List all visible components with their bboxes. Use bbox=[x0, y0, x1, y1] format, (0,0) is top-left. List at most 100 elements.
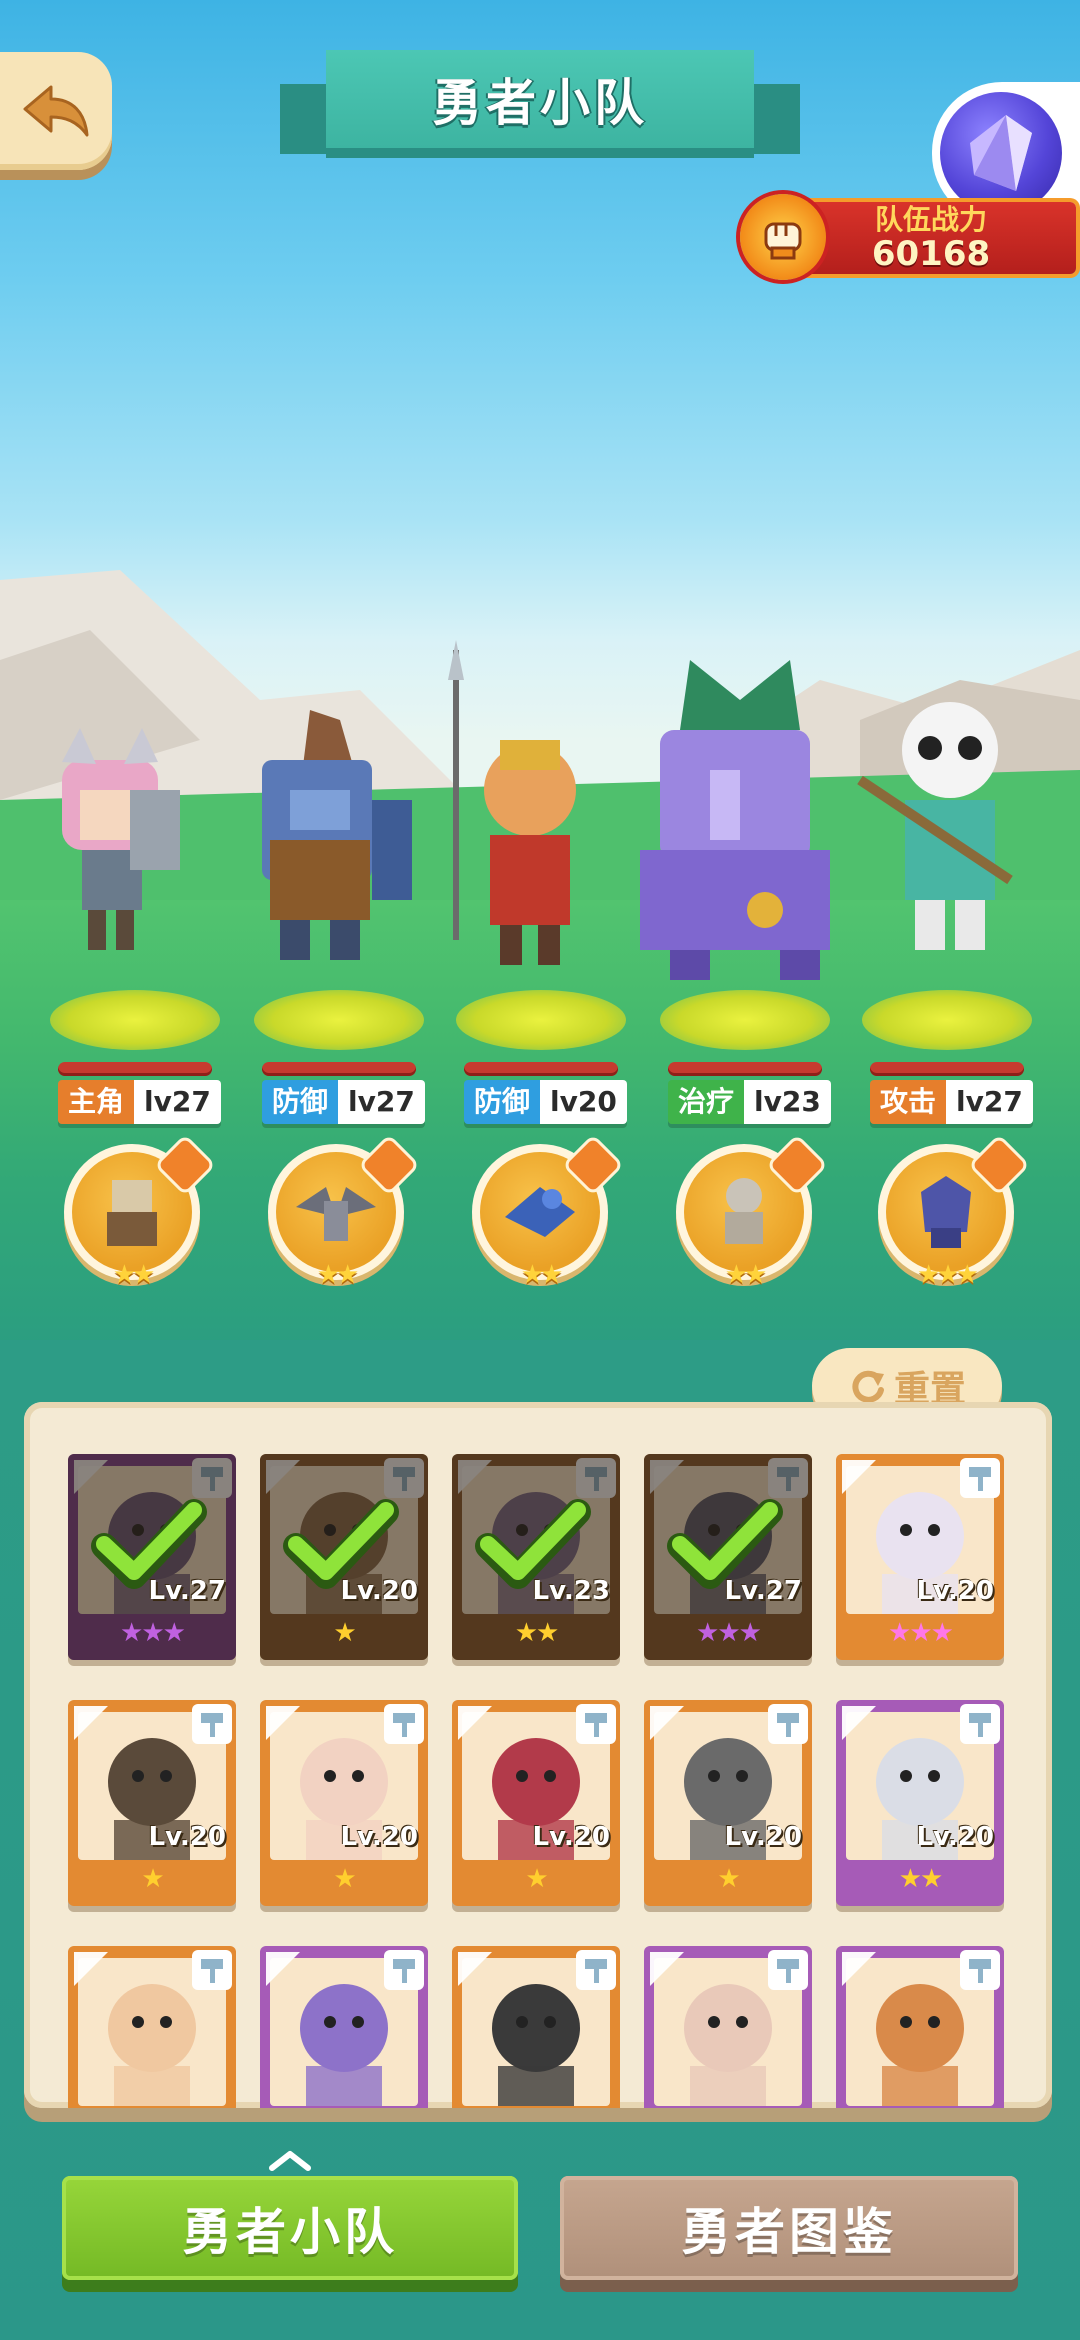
hero-lineup bbox=[62, 640, 1013, 980]
hero-card-level: Lv.20 bbox=[532, 1822, 610, 1852]
hero-card[interactable] bbox=[452, 1946, 620, 2108]
refresh-icon bbox=[852, 1370, 884, 1403]
team-power-value: 60168 bbox=[871, 234, 991, 274]
tab-hero-team[interactable]: 勇者小队 bbox=[62, 2176, 518, 2280]
back-arrow-icon bbox=[23, 85, 89, 137]
hero-figure-4 bbox=[640, 660, 830, 980]
hero-card-stars: ★ bbox=[333, 1864, 356, 1894]
hero-card[interactable] bbox=[644, 1946, 812, 2108]
hp-bar bbox=[870, 1062, 1024, 1076]
role-tag: 主角 lv27 bbox=[58, 1080, 221, 1124]
hp-bar bbox=[58, 1062, 212, 1076]
hero-card[interactable]: Lv.27 ★★★ bbox=[644, 1454, 812, 1660]
team-power-label: 队伍战力 bbox=[874, 203, 987, 236]
hero-card-level: Lv.20 bbox=[148, 1822, 226, 1852]
role-level: lv23 bbox=[744, 1080, 831, 1124]
fist-icon bbox=[740, 194, 826, 280]
hammer-icon bbox=[768, 1950, 808, 1990]
hero-card[interactable] bbox=[836, 1946, 1004, 2108]
hammer-icon bbox=[384, 1704, 424, 1744]
hero-card-stars: ★★ bbox=[898, 1864, 944, 1894]
role-name: 防御 bbox=[464, 1080, 541, 1124]
role-tag: 防御 lv20 bbox=[464, 1080, 627, 1124]
hero-card-stars: ★★★ bbox=[120, 1618, 186, 1648]
role-tag: 治疗 lv23 bbox=[668, 1080, 831, 1124]
hero-card-level: Lv.20 bbox=[916, 1576, 994, 1606]
team-power-plate: 队伍战力 60168 bbox=[786, 202, 1076, 274]
team-power-badge: 队伍战力 60168 bbox=[740, 188, 1080, 288]
pet-slot-3[interactable]: ★★ bbox=[472, 1138, 620, 1290]
hero-card-level: Lv.20 bbox=[340, 1822, 418, 1852]
hammer-icon bbox=[960, 1950, 1000, 1990]
pet-slot-1[interactable]: ★★ bbox=[64, 1138, 212, 1290]
hero-card-level: Lv.23 bbox=[532, 1576, 610, 1606]
hammer-icon bbox=[960, 1458, 1000, 1498]
hero-figure-3 bbox=[448, 640, 576, 965]
hero-pad bbox=[456, 990, 626, 1050]
pet-stars: ★★★ bbox=[917, 1260, 979, 1290]
hero-card-panel[interactable]: Lv.27 ★★★ Lv.20 ★ Lv.23 ★★ Lv.27 ★★★ Lv.20 ★★★ Lv.… bbox=[24, 1402, 1052, 2108]
chevron-up-icon bbox=[269, 2151, 311, 2171]
hero-figure-5 bbox=[857, 702, 1013, 950]
pet-stars: ★★ bbox=[520, 1260, 564, 1290]
hero-pad bbox=[862, 990, 1032, 1050]
role-name: 防御 bbox=[262, 1080, 339, 1124]
hero-card[interactable]: Lv.20 ★ bbox=[260, 1700, 428, 1906]
hero-card-stars: ★★ bbox=[514, 1618, 560, 1648]
hero-card-level: Lv.27 bbox=[724, 1576, 802, 1606]
role-level: lv27 bbox=[946, 1080, 1033, 1124]
role-name: 治疗 bbox=[668, 1080, 745, 1124]
hero-figure-2 bbox=[262, 710, 412, 960]
hero-card-level: Lv.20 bbox=[724, 1822, 802, 1852]
hero-card[interactable] bbox=[260, 1946, 428, 2108]
role-level: lv27 bbox=[338, 1080, 425, 1124]
hp-bar bbox=[262, 1062, 416, 1076]
role-level: lv27 bbox=[134, 1080, 221, 1124]
hero-card[interactable]: Lv.23 ★★ bbox=[452, 1454, 620, 1660]
role-level: lv20 bbox=[540, 1080, 627, 1124]
hammer-icon bbox=[576, 1950, 616, 1990]
role-tag: 攻击 lv27 bbox=[870, 1080, 1033, 1124]
hero-card[interactable] bbox=[68, 1946, 236, 2108]
hero-card-stars: ★★★ bbox=[888, 1618, 954, 1648]
hammer-icon bbox=[192, 1950, 232, 1990]
hero-card[interactable]: Lv.20 ★ bbox=[452, 1700, 620, 1906]
hero-card-level: Lv.20 bbox=[340, 1576, 418, 1606]
pet-stars: ★★ bbox=[724, 1260, 768, 1290]
tab-hero-codex-label: 勇者图鉴 bbox=[681, 2203, 897, 2261]
hero-card[interactable]: Lv.20 ★ bbox=[68, 1700, 236, 1906]
role-tag: 防御 lv27 bbox=[262, 1080, 425, 1124]
pet-stars: ★★ bbox=[112, 1260, 156, 1290]
hero-card[interactable]: Lv.27 ★★★ bbox=[68, 1454, 236, 1660]
hero-card[interactable]: Lv.20 ★★ bbox=[836, 1700, 1004, 1906]
title-plate: 勇者小队 bbox=[326, 50, 754, 148]
hp-bar bbox=[668, 1062, 822, 1076]
pet-slot-5[interactable]: ★★★ bbox=[878, 1138, 1026, 1290]
pet-slot-4[interactable]: ★★ bbox=[676, 1138, 824, 1290]
hero-figure-1 bbox=[62, 728, 180, 950]
tab-hero-team-label: 勇者小队 bbox=[182, 2203, 398, 2261]
hp-bar bbox=[464, 1062, 618, 1076]
hero-pad bbox=[660, 990, 830, 1050]
hero-card-level: Lv.27 bbox=[148, 1576, 226, 1606]
hero-pad bbox=[50, 990, 220, 1050]
tab-hero-codex[interactable]: 勇者图鉴 bbox=[560, 2176, 1018, 2280]
hero-card-stars: ★ bbox=[333, 1618, 356, 1648]
hero-card[interactable]: Lv.20 ★ bbox=[260, 1454, 428, 1660]
hammer-icon bbox=[192, 1704, 232, 1744]
pet-slot-2[interactable]: ★★ bbox=[268, 1138, 416, 1290]
hero-card[interactable]: Lv.20 ★★★ bbox=[836, 1454, 1004, 1660]
hammer-icon bbox=[384, 1950, 424, 1990]
hero-card-stars: ★ bbox=[141, 1864, 164, 1894]
hammer-icon bbox=[768, 1704, 808, 1744]
hammer-icon bbox=[576, 1704, 616, 1744]
hammer-icon bbox=[960, 1704, 1000, 1744]
hero-card-stars: ★ bbox=[525, 1864, 548, 1894]
hero-card-stars: ★ bbox=[717, 1864, 740, 1894]
hero-card-stars: ★★★ bbox=[696, 1618, 762, 1648]
title-banner: 勇者小队 bbox=[280, 50, 800, 170]
back-button[interactable] bbox=[0, 52, 112, 170]
role-name: 攻击 bbox=[870, 1080, 947, 1124]
pet-stars: ★★ bbox=[316, 1260, 360, 1290]
hero-card[interactable]: Lv.20 ★ bbox=[644, 1700, 812, 1906]
